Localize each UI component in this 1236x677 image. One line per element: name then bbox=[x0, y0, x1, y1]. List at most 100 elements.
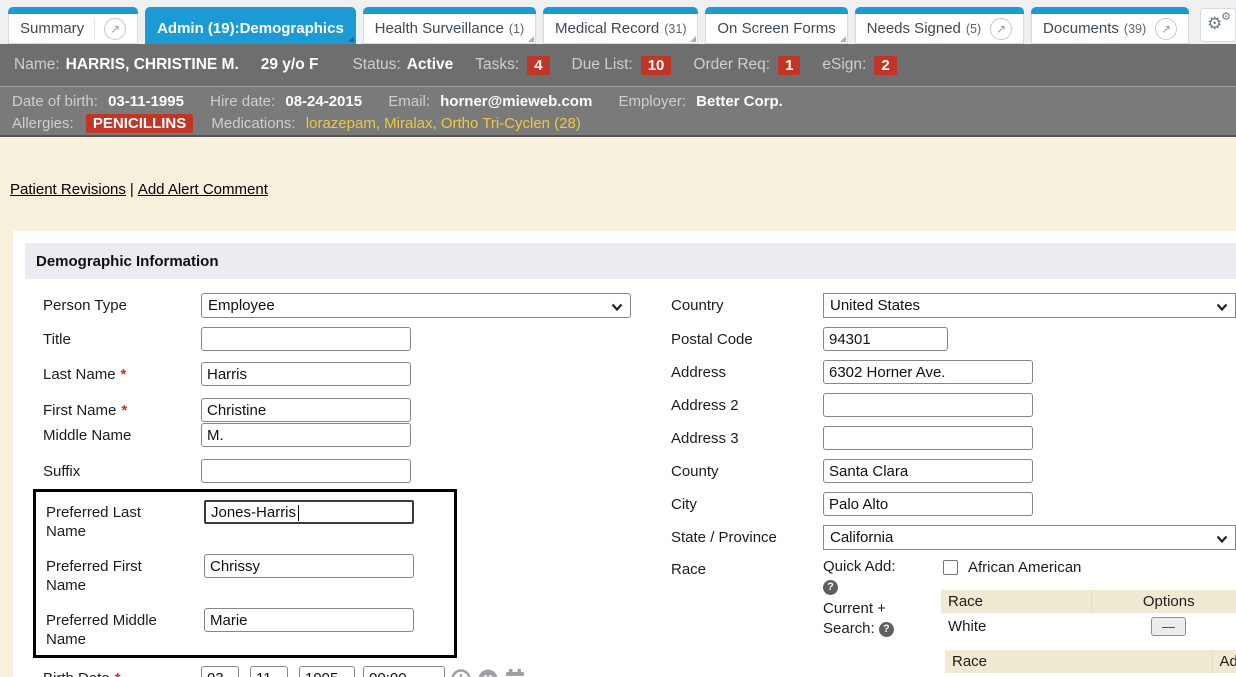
race-controls: African American Race Options White — bbox=[941, 557, 1236, 677]
panel-title: Demographic Information bbox=[25, 243, 1236, 279]
last-name-input[interactable] bbox=[201, 362, 411, 386]
state-province-select[interactable]: California bbox=[823, 525, 1236, 550]
demographics-panel: Demographic Information Person Type Empl… bbox=[13, 231, 1236, 677]
tab-documents-label: Documents bbox=[1043, 20, 1119, 37]
patient-status: Active bbox=[407, 56, 454, 74]
address3-input[interactable] bbox=[823, 426, 1033, 450]
preferred-last-name-input[interactable] bbox=[204, 500, 414, 524]
dob-label: Date of birth: bbox=[12, 93, 98, 110]
tab-admin-label: Admin (19):Demographics bbox=[157, 20, 344, 37]
tab-health-surveillance-label: Health Surveillance bbox=[375, 20, 504, 37]
order-req-label: Order Req: bbox=[693, 56, 770, 74]
patient-info-line1: Date of birth: 03-11-1995 Hire date: 08-… bbox=[12, 91, 1224, 113]
add-alert-comment-link[interactable]: Add Alert Comment bbox=[138, 181, 268, 198]
suffix-input[interactable] bbox=[201, 459, 411, 483]
allergy-badge[interactable]: PENICILLINS bbox=[86, 114, 193, 133]
city-input[interactable] bbox=[823, 492, 1033, 516]
medications-label: Medications: bbox=[211, 115, 295, 132]
esign-label: eSign: bbox=[822, 56, 866, 74]
address-label: Address bbox=[671, 360, 823, 382]
african-american-checkbox[interactable] bbox=[943, 560, 958, 575]
settings-gears-icon[interactable] bbox=[1200, 8, 1236, 42]
clear-date-icon[interactable] bbox=[477, 668, 499, 677]
open-external-icon[interactable] bbox=[104, 18, 126, 40]
race-column-header: Race bbox=[941, 590, 1091, 613]
tab-medical-record[interactable]: Medical Record (31) bbox=[543, 7, 698, 44]
country-select[interactable]: United States bbox=[823, 293, 1236, 318]
date-separator: - bbox=[242, 670, 247, 677]
tab-accent-strip bbox=[1031, 7, 1189, 14]
preferred-first-name-input[interactable] bbox=[204, 554, 414, 578]
patient-info-line2: Allergies: PENICILLINS Medications: lora… bbox=[12, 113, 1224, 135]
county-input[interactable] bbox=[823, 459, 1033, 483]
person-type-select[interactable]: Employee bbox=[201, 293, 631, 318]
help-icon[interactable] bbox=[823, 580, 838, 595]
tab-needs-signed[interactable]: Needs Signed (5) bbox=[855, 7, 1024, 44]
tab-documents[interactable]: Documents (39) bbox=[1031, 7, 1189, 44]
current-search-label: Current + Search: bbox=[823, 600, 886, 637]
title-label: Title bbox=[43, 327, 201, 349]
address2-label: Address 2 bbox=[671, 393, 823, 415]
first-name-input[interactable] bbox=[201, 398, 411, 422]
order-req-badge[interactable]: 1 bbox=[778, 56, 800, 75]
last-name-label: Last Name* bbox=[43, 362, 201, 384]
preferred-last-name-label: Preferred Last Name bbox=[46, 500, 204, 541]
form-right-column: Country United States Postal Code Addres… bbox=[671, 293, 1236, 677]
dob-value: 03-11-1995 bbox=[108, 93, 184, 110]
tasks-label: Tasks: bbox=[475, 56, 519, 74]
table-row: White — bbox=[941, 613, 1236, 640]
postal-code-label: Postal Code bbox=[671, 327, 823, 349]
preferred-middle-name-input[interactable] bbox=[204, 608, 414, 632]
open-external-icon[interactable] bbox=[1155, 18, 1177, 40]
address2-input[interactable] bbox=[823, 393, 1033, 417]
required-marker: * bbox=[121, 366, 127, 383]
tab-admin-demographics[interactable]: Admin (19):Demographics bbox=[145, 7, 356, 44]
open-external-icon[interactable] bbox=[990, 18, 1012, 40]
medications-list[interactable]: lorazepam, Miralax, Ortho Tri-Cyclen (28… bbox=[306, 115, 581, 132]
first-name-label: First Name* bbox=[43, 398, 201, 420]
clock-icon[interactable] bbox=[450, 668, 472, 677]
tab-health-surveillance[interactable]: Health Surveillance (1) bbox=[363, 7, 536, 44]
preferred-middle-name-label: Preferred Middle Name bbox=[46, 608, 204, 649]
tab-accent-strip bbox=[363, 7, 536, 14]
date-separator: - bbox=[291, 670, 296, 677]
due-list-badge[interactable]: 10 bbox=[641, 56, 672, 75]
help-icon[interactable] bbox=[879, 622, 894, 637]
name-label: Name: bbox=[14, 56, 60, 74]
birth-month-input[interactable] bbox=[201, 666, 239, 677]
tab-count: (5) bbox=[966, 22, 981, 36]
tasks-badge[interactable]: 4 bbox=[527, 56, 549, 75]
calendar-icon[interactable] bbox=[504, 668, 526, 677]
middle-name-input[interactable] bbox=[201, 423, 411, 447]
tab-count: (1) bbox=[509, 22, 524, 36]
esign-badge[interactable]: 2 bbox=[874, 56, 896, 75]
address-input[interactable] bbox=[823, 360, 1033, 384]
preferred-first-name-label: Preferred First Name bbox=[46, 554, 204, 595]
state-province-value: California bbox=[830, 529, 893, 546]
birth-day-input[interactable] bbox=[250, 666, 288, 677]
patient-info-bar: Date of birth: 03-11-1995 Hire date: 08-… bbox=[0, 87, 1236, 137]
race-add-table: Race Add bbox=[945, 650, 1236, 673]
suffix-label: Suffix bbox=[43, 459, 201, 481]
tab-medical-record-label: Medical Record bbox=[555, 20, 659, 37]
form-left-column: Person Type Employee Title Last Name* Fi… bbox=[43, 293, 671, 677]
add-column-header: Add bbox=[1212, 650, 1236, 673]
tab-summary-label: Summary bbox=[20, 20, 84, 37]
patient-revisions-link[interactable]: Patient Revisions bbox=[10, 181, 126, 198]
race-label: Race bbox=[671, 557, 823, 579]
tab-accent-strip bbox=[8, 7, 138, 14]
birth-year-input[interactable] bbox=[299, 666, 355, 677]
postal-code-input[interactable] bbox=[823, 327, 948, 351]
required-marker: * bbox=[115, 670, 121, 677]
state-province-label: State / Province bbox=[671, 525, 823, 547]
title-input[interactable] bbox=[201, 327, 411, 351]
hire-date-value: 08-24-2015 bbox=[285, 93, 362, 110]
tab-on-screen-forms[interactable]: On Screen Forms bbox=[705, 7, 847, 44]
status-label: Status: bbox=[352, 56, 400, 74]
birth-time-input[interactable] bbox=[363, 666, 445, 677]
country-value: United States bbox=[830, 297, 920, 314]
tab-summary[interactable]: Summary bbox=[8, 7, 138, 44]
preferred-name-highlight-box: Preferred Last Name Preferred First Name… bbox=[33, 489, 457, 658]
employer-value: Better Corp. bbox=[696, 93, 783, 110]
remove-race-button[interactable]: — bbox=[1151, 617, 1186, 636]
